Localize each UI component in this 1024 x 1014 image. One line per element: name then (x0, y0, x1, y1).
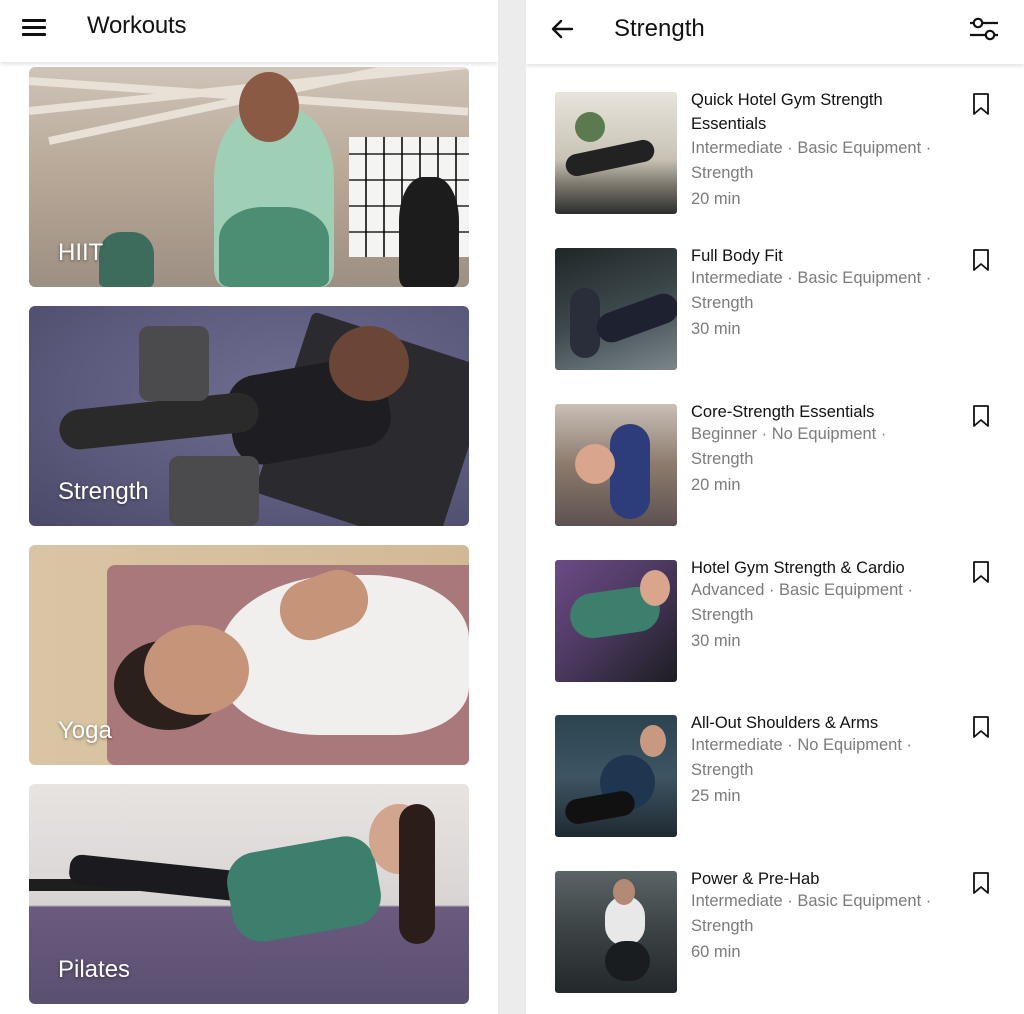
workout-duration: 30 min (691, 320, 741, 338)
hamburger-menu-icon[interactable] (18, 14, 50, 42)
workout-thumbnail (555, 871, 677, 993)
workout-duration: 30 min (691, 632, 741, 650)
workout-thumbnail (555, 248, 677, 370)
workout-title: Core-Strength Essentials (691, 403, 875, 421)
strength-header: Strength (526, 0, 1024, 64)
bookmark-icon[interactable] (970, 248, 992, 272)
workouts-header: Workouts (0, 0, 498, 62)
workout-meta: Intermediate · No Equipment · Strength (691, 736, 913, 779)
workout-thumbnail (555, 92, 677, 214)
workout-thumbnail (555, 560, 677, 682)
workout-duration: 20 min (691, 190, 741, 208)
sliders-filter-icon[interactable] (966, 14, 1002, 44)
workout-row[interactable]: Hotel Gym Strength & Cardio Advanced · B… (526, 559, 1024, 690)
page-title: Workouts (87, 12, 187, 39)
category-card-pilates[interactable]: Pilates (29, 784, 469, 1004)
workout-meta: Advanced · Basic Equipment · Strength (691, 581, 913, 624)
workout-row[interactable]: Quick Hotel Gym Strength Essentials Inte… (526, 91, 1024, 222)
workout-title: Quick Hotel Gym Strength Essentials (691, 91, 883, 133)
workout-meta: Intermediate · Basic Equipment · Strengt… (691, 269, 932, 312)
strength-screen: Strength Quick Hotel Gym Strength Essent… (526, 0, 1024, 1014)
workout-title: Hotel Gym Strength & Cardio (691, 559, 905, 577)
bookmark-icon[interactable] (970, 560, 992, 584)
workouts-screen: Workouts HIIT Strength Yoga Pilates (0, 0, 498, 1014)
workout-thumbnail (555, 715, 677, 837)
workout-title: All-Out Shoulders & Arms (691, 714, 879, 732)
bookmark-icon[interactable] (970, 404, 992, 428)
workout-thumbnail (555, 404, 677, 526)
workout-row[interactable]: Core-Strength Essentials Beginner · No E… (526, 403, 1024, 534)
category-label-pilates: Pilates (58, 956, 131, 983)
workout-row[interactable]: Power & Pre-Hab Intermediate · Basic Equ… (526, 870, 1024, 1001)
category-card-strength[interactable]: Strength (29, 306, 469, 526)
workout-title: Power & Pre-Hab (691, 870, 820, 888)
workout-meta: Intermediate · Basic Equipment · Strengt… (691, 139, 932, 182)
page-title: Strength (614, 15, 705, 42)
workout-title: Full Body Fit (691, 247, 783, 265)
category-label-yoga: Yoga (58, 717, 112, 744)
workout-meta: Intermediate · Basic Equipment · Strengt… (691, 892, 932, 935)
category-label-hiit: HIIT (58, 239, 104, 266)
category-card-yoga[interactable]: Yoga (29, 545, 469, 765)
bookmark-icon[interactable] (970, 92, 992, 116)
category-card-hiit[interactable]: HIIT (29, 67, 469, 287)
workout-duration: 60 min (691, 943, 741, 961)
workout-row[interactable]: All-Out Shoulders & Arms Intermediate · … (526, 714, 1024, 845)
category-label-strength: Strength (58, 478, 149, 505)
workout-duration: 25 min (691, 787, 741, 805)
arrow-left-icon[interactable] (546, 14, 578, 44)
bookmark-icon[interactable] (970, 871, 992, 895)
workout-duration: 20 min (691, 476, 741, 494)
bookmark-icon[interactable] (970, 715, 992, 739)
workout-meta: Beginner · No Equipment · Strength (691, 425, 887, 468)
workout-row[interactable]: Full Body Fit Intermediate · Basic Equip… (526, 247, 1024, 378)
